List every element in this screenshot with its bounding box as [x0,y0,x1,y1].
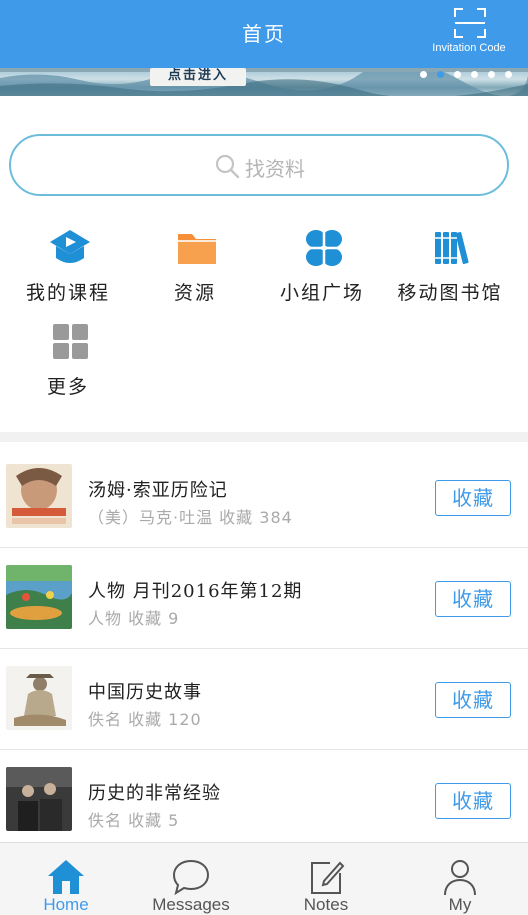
banner-carousel[interactable]: 点击进入 [0,68,528,96]
carousel-dots [420,71,512,78]
grid-item-mobile-library[interactable]: 移动图书馆 [394,228,506,318]
tab-label: Notes [303,895,349,914]
tab-messages[interactable]: Messages [125,843,257,915]
search-placeholder: 找资料 [245,157,305,181]
grid-label: 资源 [173,282,216,304]
favorite-button[interactable]: 收藏 [435,682,511,718]
library-books-icon [435,231,469,265]
scan-icon [454,8,486,38]
favorite-button[interactable]: 收藏 [435,581,511,617]
course-play-icon [50,230,90,263]
grid-item-more[interactable]: 更多 [12,322,124,412]
favorite-button[interactable]: 收藏 [435,480,511,516]
grid-label: 小组广场 [279,282,364,304]
book-title: 历史的非常经验 [88,783,221,804]
tab-label: Messages [152,895,230,914]
book-meta: 佚名 收藏 120 [88,710,202,729]
grid-item-resources[interactable]: 资源 [139,228,251,318]
list-item[interactable]: 历史的非常经验 佚名 收藏 5 收藏 [0,751,528,851]
book-cover-image [6,464,72,528]
group-clover-icon [306,230,342,266]
section-divider [0,432,528,442]
chat-bubble-icon [172,859,210,896]
tab-my[interactable]: My [394,843,526,915]
carousel-dot-active[interactable] [437,71,444,78]
carousel-dot[interactable] [454,71,461,78]
grid-item-group-square[interactable]: 小组广场 [266,228,378,318]
invitation-code-button[interactable]: Invitation Code [424,4,514,64]
book-title: 中国历史故事 [88,682,202,703]
enter-banner-button[interactable]: 点击进入 [150,68,246,86]
book-cover-image [6,666,72,730]
grid-label: 我的课程 [25,282,110,304]
app-root: 首页 Invitation Code 点击进入 找资料 我的课程 资源 小组广场… [0,0,528,915]
carousel-dot[interactable] [471,71,478,78]
carousel-dot[interactable] [505,71,512,78]
tab-notes[interactable]: Notes [260,843,392,915]
book-title: 汤姆·索亚历险记 [88,480,228,501]
home-icon [48,860,84,894]
person-icon [444,860,476,896]
search-bar[interactable]: 找资料 [9,134,509,196]
grid-item-my-courses[interactable]: 我的课程 [12,228,124,318]
folder-icon [178,234,216,264]
book-meta: 人物 收藏 9 [88,609,180,628]
carousel-dot[interactable] [420,71,427,78]
carousel-dot[interactable] [488,71,495,78]
tab-home[interactable]: Home [0,843,132,915]
book-cover-image [6,767,72,831]
list-item[interactable]: 中国历史故事 佚名 收藏 120 收藏 [0,650,528,750]
tab-label: Home [43,895,89,914]
tab-label: My [448,895,472,914]
book-meta: （美）马克·吐温 收藏 384 [88,508,293,527]
top-bar: 首页 Invitation Code [0,0,528,68]
note-edit-icon [311,861,345,894]
invitation-code-label: Invitation Code [432,42,506,54]
more-grid-icon [53,324,88,359]
search-icon [215,154,240,179]
book-cover-image [6,565,72,629]
book-title: 人物 月刊2016年第12期 [88,581,303,602]
grid-label: 移动图书馆 [397,282,503,304]
grid-label: 更多 [46,376,89,398]
list-item[interactable]: 人物 月刊2016年第12期 人物 收藏 9 收藏 [0,549,528,649]
favorite-button[interactable]: 收藏 [435,783,511,819]
list-item[interactable]: 汤姆·索亚历险记 （美）马克·吐温 收藏 384 收藏 [0,448,528,548]
bottom-tab-bar: Home Messages Notes My [0,842,528,915]
book-meta: 佚名 收藏 5 [88,811,180,830]
